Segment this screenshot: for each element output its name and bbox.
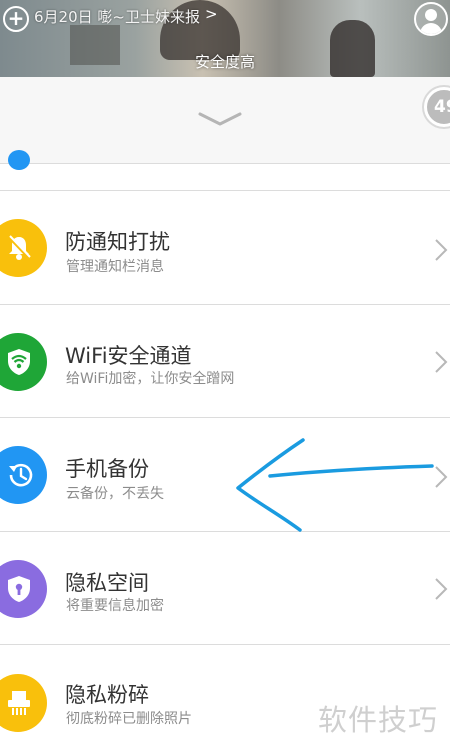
item-subtitle: 将重要信息加密 — [66, 598, 164, 614]
item-subtitle: 给WiFi加密，让你安全蹭网 — [66, 371, 235, 387]
watermark: 软件技巧 — [318, 703, 439, 737]
list-item-phone-backup[interactable]: 手机备份 云备份，不丢失 — [0, 418, 450, 532]
list-item-private-space[interactable]: 隐私空间 将重要信息加密 — [0, 532, 450, 645]
item-title: 隐私空间 — [65, 571, 149, 595]
item-subtitle: 管理通知栏消息 — [66, 259, 164, 275]
banner-arrow-icon[interactable]: > — [205, 5, 218, 23]
item-title: 隐私粉碎 — [65, 683, 149, 707]
chevron-down-icon[interactable] — [196, 108, 244, 128]
chevron-right-icon — [435, 578, 448, 600]
chevron-right-icon — [435, 351, 448, 373]
list-item-partial[interactable] — [0, 150, 450, 191]
header-banner: + 6月20日 嘭~卫士妹来报 > 安全度高 — [0, 0, 450, 77]
chevron-right-icon — [435, 239, 448, 261]
chevron-right-icon — [435, 466, 448, 488]
add-icon[interactable]: + — [3, 6, 29, 32]
backup-clock-icon — [0, 446, 47, 504]
partial-item-icon — [8, 150, 30, 170]
item-title: WiFi安全通道 — [65, 344, 192, 368]
shield-lock-icon — [0, 560, 47, 618]
bell-off-icon — [0, 219, 47, 277]
item-title: 防通知打扰 — [65, 230, 170, 254]
list-item-wifi-secure[interactable]: WiFi安全通道 给WiFi加密，让你安全蹭网 — [0, 305, 450, 418]
list-item-notification-block[interactable]: 防通知打扰 管理通知栏消息 — [0, 191, 450, 305]
item-title: 手机备份 — [65, 457, 149, 481]
item-subtitle: 彻底粉碎已删除照片 — [66, 711, 192, 727]
item-subtitle: 云备份，不丢失 — [66, 486, 164, 502]
shredder-icon — [0, 674, 47, 732]
wifi-shield-icon — [0, 333, 47, 391]
avatar-icon[interactable] — [414, 2, 448, 36]
banner-message[interactable]: 6月20日 嘭~卫士妹来报 — [34, 6, 200, 27]
safety-status: 安全度高 — [194, 53, 255, 71]
